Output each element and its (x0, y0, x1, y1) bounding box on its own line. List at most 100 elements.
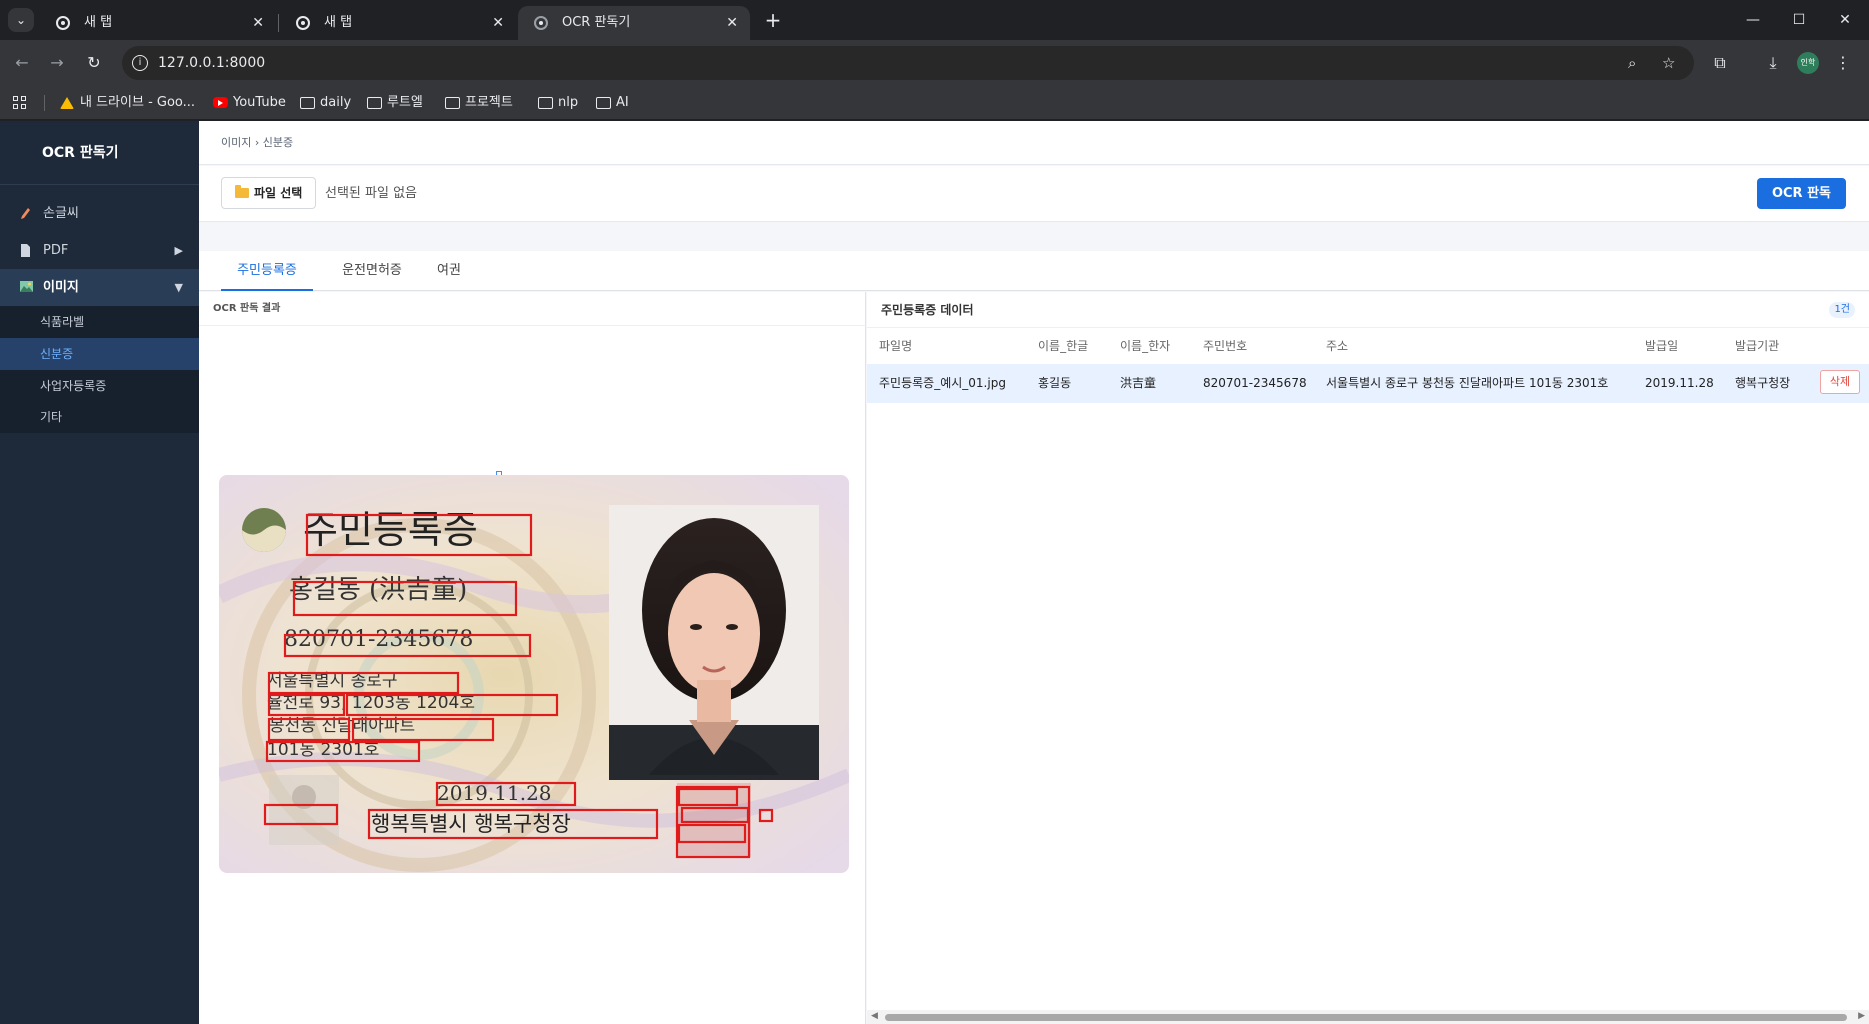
scroll-left-icon[interactable]: ◀ (871, 1011, 878, 1021)
tab-title: 새 탭 (324, 15, 353, 30)
chrome-icon (56, 16, 70, 30)
tab-title: OCR 판독기 (562, 15, 631, 30)
cell-name-ko: 홍길동 (1038, 376, 1072, 390)
drive-icon (60, 97, 74, 109)
id-card-image: 주민등록증 홍길동 (洪吉童) 820701-2345678 서울특별시 종로구… (219, 475, 849, 873)
window-close-icon[interactable]: ✕ (1822, 0, 1868, 40)
cell-rrn: 820701-2345678 (1203, 376, 1307, 390)
browser-tab-active[interactable]: OCR 판독기 ✕ (518, 6, 750, 40)
file-select-button[interactable]: 파일 선택 (221, 177, 316, 209)
profile-avatar[interactable]: 인학 (1797, 52, 1819, 74)
download-icon[interactable]: ⤓ (1760, 50, 1786, 76)
extensions-icon[interactable]: ⧉ (1707, 50, 1733, 76)
column-header-issue-date[interactable]: 발급일 (1645, 328, 1678, 364)
folder-icon (367, 97, 382, 109)
cell-issue-date: 2019.11.28 (1645, 376, 1714, 390)
tab-resident-card[interactable]: 주민등록증 (221, 251, 313, 291)
close-icon[interactable]: ✕ (726, 6, 738, 40)
menu-icon[interactable]: ⋮ (1830, 50, 1856, 76)
scrollbar-thumb[interactable] (885, 1014, 1847, 1021)
table-panel-header: 주민등록증 데이터 1건 (867, 292, 1869, 328)
sidebar-subitem-food-label[interactable]: 식품라벨 (0, 306, 199, 338)
column-header-filename[interactable]: 파일명 (879, 328, 912, 364)
browser-tab-1[interactable]: 새 탭 ✕ (40, 6, 276, 40)
folder-icon (235, 185, 249, 198)
bookmark-folder-daily[interactable]: daily (300, 86, 351, 120)
delete-row-button[interactable]: 삭제 (1820, 370, 1860, 394)
minimize-icon[interactable]: — (1730, 0, 1776, 40)
caret-down-icon: ▼ (174, 281, 183, 294)
caret-right-icon: ▶ (174, 244, 183, 257)
tab-search-button[interactable]: ⌄ (8, 8, 34, 32)
chrome-icon (296, 16, 310, 30)
apps-grid-icon[interactable] (13, 96, 27, 110)
bookmark-label: YouTube (233, 95, 286, 110)
sidebar-subitem-id-card[interactable]: 신분증 (0, 338, 199, 370)
sidebar-subitem-other[interactable]: 기타 (0, 401, 199, 433)
sidebar-item-handwriting[interactable]: 손글씨 (0, 195, 199, 232)
zoom-icon[interactable]: ⌕ (1628, 46, 1636, 80)
folder-icon (300, 97, 315, 109)
close-icon[interactable]: ✕ (252, 6, 264, 40)
column-header-name-ko[interactable]: 이름_한글 (1038, 328, 1088, 364)
sidebar-item-label: 손글씨 (43, 206, 79, 221)
tab-passport[interactable]: 여권 (421, 251, 477, 291)
file-select-label: 파일 선택 (254, 186, 303, 200)
ocr-run-button[interactable]: OCR 판독 (1757, 178, 1846, 209)
browser-toolbar: ← → ↻ i 127.0.0.1:8000 ⌕ ☆ ⧉ ⤓ 인학 ⋮ (0, 40, 1869, 86)
sidebar-item-image[interactable]: 이미지 ▼ (0, 269, 199, 306)
pencil-icon (21, 208, 30, 219)
folder-icon (596, 97, 611, 109)
bookmark-label: 프로젝트 (465, 95, 513, 110)
maximize-icon[interactable]: ☐ (1776, 0, 1822, 40)
bookmark-drive[interactable]: 내 드라이브 - Goo... (60, 86, 195, 120)
column-header-rrn[interactable]: 주민번호 (1203, 328, 1247, 364)
sidebar-subitem-business-reg[interactable]: 사업자등록증 (0, 370, 199, 402)
ocr-result-panel: OCR 판독 결과 주민등록증 홍길동 (洪吉童) 820701-2345678… (199, 292, 866, 1024)
bookmark-folder-nlp[interactable]: nlp (538, 86, 578, 120)
folder-icon (538, 97, 553, 109)
tab-driver-license[interactable]: 운전면허증 (326, 251, 418, 291)
bookmark-folder-ai[interactable]: AI (596, 86, 629, 120)
address-bar[interactable]: i 127.0.0.1:8000 ⌕ ☆ (122, 46, 1694, 80)
card-date: 2019.11.28 (437, 781, 552, 805)
scroll-right-icon[interactable]: ▶ (1858, 1011, 1865, 1021)
row-count-badge: 1건 (1829, 302, 1855, 318)
column-header-address[interactable]: 주소 (1326, 328, 1348, 364)
bookmarks-bar: 내 드라이브 - Goo... YouTube daily 루트엘 프로젝트 n… (0, 86, 1869, 120)
cell-filename: 주민등록증_예시_01.jpg (879, 376, 1006, 390)
folder-icon (445, 97, 460, 109)
selected-file-text: 선택된 파일 없음 (325, 186, 417, 201)
bookmark-folder-rootl[interactable]: 루트엘 (367, 86, 423, 120)
back-icon[interactable]: ← (9, 50, 35, 76)
sidebar-item-label: PDF (43, 243, 69, 258)
bookmark-label: nlp (558, 95, 579, 110)
sidebar-item-label: 이미지 (43, 280, 79, 295)
youtube-icon (213, 97, 228, 108)
main-content: 이미지 › 신분증 파일 선택 선택된 파일 없음 OCR 판독 주민등록증 운… (199, 121, 1869, 1024)
bookmark-label: 루트엘 (387, 95, 423, 110)
bookmark-youtube[interactable]: YouTube (213, 86, 286, 120)
image-icon (20, 281, 33, 292)
table-panel-title: 주민등록증 데이터 (881, 303, 974, 317)
browser-tab-2[interactable]: 새 탭 ✕ (280, 6, 516, 40)
bookmark-folder-project[interactable]: 프로젝트 (445, 86, 513, 120)
column-header-name-hanja[interactable]: 이름_한자 (1120, 328, 1170, 364)
horizontal-scrollbar[interactable]: ◀ ▶ (867, 1010, 1869, 1024)
ocr-result-title: OCR 판독 결과 (199, 292, 866, 326)
star-icon[interactable]: ☆ (1662, 46, 1675, 80)
new-tab-button[interactable]: + (760, 7, 786, 33)
bookmark-label: 내 드라이브 - Goo... (80, 95, 196, 110)
sidebar-item-pdf[interactable]: PDF ▶ (0, 232, 199, 269)
url-text[interactable]: 127.0.0.1:8000 (158, 46, 265, 80)
reload-icon[interactable]: ↻ (81, 50, 107, 76)
site-info-icon[interactable]: i (132, 55, 148, 71)
card-issuer: 행복특별시 행복구청장 (371, 812, 571, 836)
bookmark-label: AI (616, 95, 629, 110)
globe-icon (534, 16, 548, 30)
browser-tabstrip: ⌄ 새 탭 ✕ 새 탭 ✕ OCR 판독기 ✕ + — ☐ ✕ (0, 0, 1869, 40)
column-header-issuer[interactable]: 발급기관 (1735, 328, 1779, 364)
tab-title: 새 탭 (84, 15, 113, 30)
forward-icon[interactable]: → (44, 50, 70, 76)
close-icon[interactable]: ✕ (492, 6, 504, 40)
